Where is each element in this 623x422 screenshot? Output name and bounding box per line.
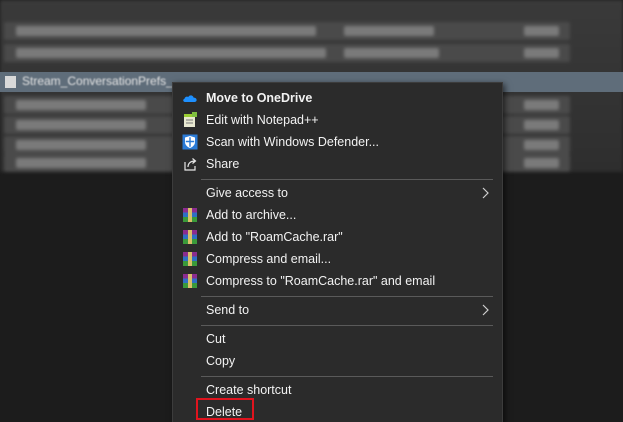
menu-item-cut[interactable]: Cut bbox=[173, 328, 502, 350]
file-row[interactable] bbox=[4, 22, 570, 40]
file-row[interactable] bbox=[4, 44, 570, 62]
menu-item-label: Add to archive... bbox=[206, 208, 297, 222]
menu-item-give-access[interactable]: Give access to bbox=[173, 182, 502, 204]
file-icon bbox=[5, 76, 16, 88]
menu-item-label: Scan with Windows Defender... bbox=[206, 135, 379, 149]
menu-separator bbox=[201, 376, 493, 377]
menu-item-add-to-rar[interactable]: Add to "RoamCache.rar" bbox=[173, 226, 502, 248]
winrar-icon bbox=[183, 274, 197, 288]
menu-item-compress-email[interactable]: Compress and email... bbox=[173, 248, 502, 270]
menu-separator bbox=[201, 325, 493, 326]
menu-item-label: Create shortcut bbox=[206, 383, 292, 397]
context-menu: Move to OneDrive Edit with Notepad++ Sca… bbox=[172, 82, 503, 422]
chevron-right-icon bbox=[482, 304, 489, 316]
menu-item-add-to-archive[interactable]: Add to archive... bbox=[173, 204, 502, 226]
menu-item-label: Share bbox=[206, 157, 240, 171]
menu-item-label: Send to bbox=[206, 303, 250, 317]
menu-item-copy[interactable]: Copy bbox=[173, 350, 502, 372]
delete-highlight-box bbox=[196, 398, 254, 420]
chevron-right-icon bbox=[482, 187, 489, 199]
menu-item-label: Add to "RoamCache.rar" bbox=[206, 230, 343, 244]
winrar-icon bbox=[183, 230, 197, 244]
winrar-icon bbox=[183, 208, 197, 222]
menu-item-label: Cut bbox=[206, 332, 226, 346]
menu-item-label: Move to OneDrive bbox=[206, 91, 313, 105]
share-icon bbox=[184, 158, 197, 171]
windows-defender-shield-icon bbox=[182, 134, 198, 150]
menu-separator bbox=[201, 179, 493, 180]
onedrive-cloud-icon bbox=[183, 95, 197, 102]
menu-item-compress-rar-email[interactable]: Compress to "RoamCache.rar" and email bbox=[173, 270, 502, 292]
menu-item-move-to-onedrive[interactable]: Move to OneDrive bbox=[173, 87, 502, 109]
menu-item-edit-notepad[interactable]: Edit with Notepad++ bbox=[173, 109, 502, 131]
menu-separator bbox=[201, 296, 493, 297]
menu-item-label: Edit with Notepad++ bbox=[206, 113, 319, 127]
menu-item-label: Compress and email... bbox=[206, 252, 332, 266]
menu-item-label: Compress to "RoamCache.rar" and email bbox=[206, 274, 436, 288]
menu-item-send-to[interactable]: Send to bbox=[173, 299, 502, 321]
notepad-plus-plus-icon bbox=[184, 112, 197, 127]
menu-item-scan-defender[interactable]: Scan with Windows Defender... bbox=[173, 131, 502, 153]
menu-item-share[interactable]: Share bbox=[173, 153, 502, 175]
menu-item-label: Give access to bbox=[206, 186, 288, 200]
menu-item-label: Copy bbox=[206, 354, 236, 368]
winrar-icon bbox=[183, 252, 197, 266]
